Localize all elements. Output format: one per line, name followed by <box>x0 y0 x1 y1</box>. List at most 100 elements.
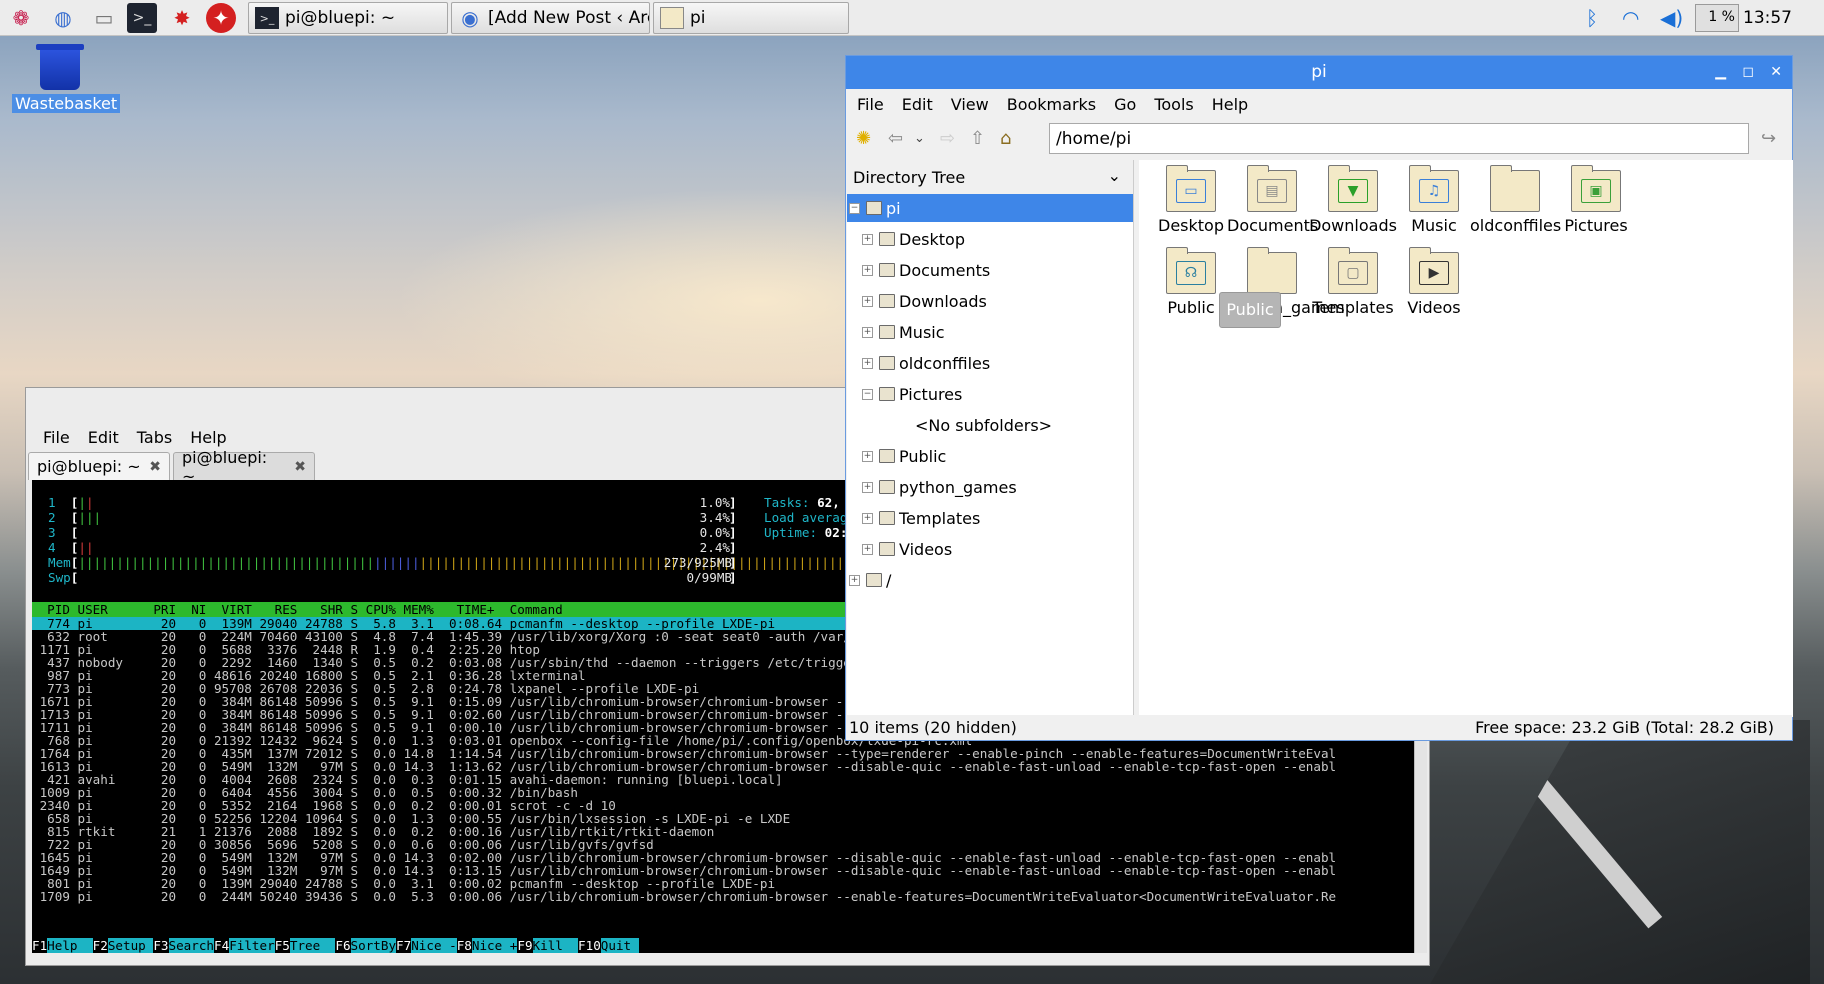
expand-icon[interactable]: + <box>862 295 873 307</box>
new-tab-icon[interactable]: ✺ <box>856 128 871 149</box>
folder-emblem: ▼ <box>1338 179 1368 203</box>
cpu-monitor[interactable]: 1 % <box>1695 4 1739 32</box>
folder-icon <box>879 387 895 401</box>
file-item[interactable]: ♫ Music <box>1389 165 1479 235</box>
file-item[interactable]: ▢ Templates <box>1308 247 1398 317</box>
fkey-f9[interactable]: F9 Kill <box>517 938 579 953</box>
clock[interactable]: 13:57 <box>1743 8 1792 28</box>
collapse-icon[interactable]: − <box>849 202 860 214</box>
fkey-key: F8 <box>456 938 472 953</box>
sidebar-mode-selector[interactable]: Directory Tree ⌄ <box>847 160 1133 194</box>
expand-icon[interactable]: + <box>862 233 873 245</box>
task-file-manager[interactable]: pi <box>653 2 849 34</box>
expand-icon[interactable]: + <box>862 450 873 462</box>
menu-edit[interactable]: Edit <box>79 428 128 447</box>
tree-item[interactable]: + Documents <box>847 256 1133 284</box>
fkey-label: Nice + <box>471 938 518 953</box>
fkey-f10[interactable]: F10 Quit <box>578 938 639 953</box>
bluetooth-icon[interactable]: ᛒ <box>1586 6 1598 30</box>
videos-folder-icon: ▶ <box>1409 247 1459 294</box>
menu-file[interactable]: File <box>848 95 893 114</box>
task-chromium[interactable]: ◉ [Add New Post ‹ Arca... <box>451 2 650 34</box>
maximize-icon[interactable]: ◻ <box>1742 56 1754 89</box>
file-manager-icon[interactable]: ▭ <box>89 3 119 33</box>
file-item[interactable]: ▶ Videos <box>1389 247 1479 317</box>
tree-item[interactable]: + Templates <box>847 504 1133 532</box>
close-icon[interactable]: ✖ <box>149 459 161 475</box>
expand-icon[interactable]: + <box>862 481 873 493</box>
menu-tabs[interactable]: Tabs <box>128 428 181 447</box>
process-row[interactable]: 1709 pi 20 0 244M 50240 39436 S 0.0 5.3 … <box>32 890 1416 903</box>
tree-item[interactable]: − Pictures <box>847 380 1133 408</box>
up-icon[interactable]: ⇧ <box>970 128 985 149</box>
minimize-icon[interactable]: ▁ <box>1715 56 1726 89</box>
fkey-f4[interactable]: F4 Filter <box>214 938 275 953</box>
menu-tools[interactable]: Tools <box>1145 95 1202 114</box>
file-item[interactable]: oldconffiles <box>1470 165 1561 235</box>
folder-icon <box>879 325 895 339</box>
fkey-f2[interactable]: F2 Setup <box>92 938 154 953</box>
tree-item[interactable]: + python_games <box>847 473 1133 501</box>
close-icon[interactable]: ✕ <box>1770 56 1782 89</box>
tree-item[interactable]: + Public <box>847 442 1133 470</box>
menu-edit[interactable]: Edit <box>893 95 942 114</box>
terminal-tab-2[interactable]: pi@bluepi: ~... ✖ <box>173 448 315 486</box>
tree-item-label: Pictures <box>899 384 963 404</box>
forward-icon[interactable]: ⇨ <box>940 128 955 149</box>
tree-item[interactable]: − pi <box>847 194 1133 222</box>
file-item[interactable]: ▤ Documents <box>1227 165 1318 235</box>
terminal-icon[interactable]: >_ <box>127 3 157 33</box>
task-label: [Add New Post ‹ Arca... <box>488 8 649 28</box>
task-terminal[interactable]: >_ pi@bluepi: ~ <box>248 2 448 34</box>
wastebasket-desktop-item[interactable]: Wastebasket <box>12 44 121 113</box>
collapse-icon[interactable]: − <box>862 388 873 400</box>
tree-item[interactable]: + Videos <box>847 535 1133 563</box>
menu-help[interactable]: Help <box>181 428 235 447</box>
expand-icon[interactable]: + <box>849 574 860 586</box>
menu-file[interactable]: File <box>34 428 79 447</box>
tree-item[interactable]: + / <box>847 566 1133 594</box>
fkey-f1[interactable]: F1 Help <box>32 938 93 953</box>
close-icon[interactable]: ✖ <box>294 459 306 475</box>
raspberry-menu-icon[interactable]: ❁ <box>6 3 36 33</box>
tree-item[interactable]: <No subfolders> <box>847 411 1133 439</box>
go-icon[interactable]: ↪ <box>1761 128 1776 149</box>
expand-icon[interactable]: + <box>862 543 873 555</box>
expand-icon[interactable]: + <box>862 326 873 338</box>
globe-browser-icon[interactable]: ◍ <box>48 3 78 33</box>
back-icon[interactable]: ⇦ <box>888 128 903 149</box>
terminal-tab-1[interactable]: pi@bluepi: ~ ✖ <box>28 452 170 480</box>
expand-icon[interactable]: + <box>862 264 873 276</box>
wifi-icon[interactable]: ◠ <box>1622 6 1639 30</box>
file-item[interactable]: ▭ Desktop <box>1146 165 1236 235</box>
fkey-label: Search <box>168 938 215 953</box>
fkey-f3[interactable]: F3 Search <box>153 938 215 953</box>
history-dropdown-icon[interactable]: ⌄ <box>914 131 925 146</box>
fkey-label: Quit <box>600 938 639 953</box>
menu-go[interactable]: Go <box>1105 95 1145 114</box>
tree-item[interactable]: + Desktop <box>847 225 1133 253</box>
mathematica-icon[interactable]: ✸ <box>167 3 197 33</box>
tree-item[interactable]: + oldconffiles <box>847 349 1133 377</box>
file-item[interactable]: ▼ Downloads <box>1308 165 1398 235</box>
file-item[interactable]: ▣ Pictures <box>1551 165 1641 235</box>
fkey-f6[interactable]: F6 SortBy <box>335 938 397 953</box>
expand-icon[interactable]: + <box>862 512 873 524</box>
path-input[interactable] <box>1049 123 1749 154</box>
volume-icon[interactable]: ◀) <box>1660 6 1683 30</box>
tree-item[interactable]: + Music <box>847 318 1133 346</box>
menu-bookmarks[interactable]: Bookmarks <box>998 95 1105 114</box>
menu-help[interactable]: Help <box>1203 95 1257 114</box>
directory-tree-pane: Directory Tree ⌄ − pi + Desktop + Documents + D… <box>847 160 1134 717</box>
folder-emblem: ▢ <box>1338 261 1368 285</box>
fkey-label: SortBy <box>350 938 397 953</box>
menu-view[interactable]: View <box>942 95 998 114</box>
file-manager-window: pi ▁ ◻ ✕ File Edit View Bookmarks Go Too… <box>845 55 1793 741</box>
fkey-f8[interactable]: F8 Nice + <box>456 938 518 953</box>
fkey-f7[interactable]: F7 Nice - <box>396 938 457 953</box>
fkey-f5[interactable]: F5 Tree <box>274 938 336 953</box>
wolfram-icon[interactable]: ✦ <box>206 3 236 33</box>
home-icon[interactable]: ⌂ <box>1000 128 1011 149</box>
tree-item[interactable]: + Downloads <box>847 287 1133 315</box>
expand-icon[interactable]: + <box>862 357 873 369</box>
